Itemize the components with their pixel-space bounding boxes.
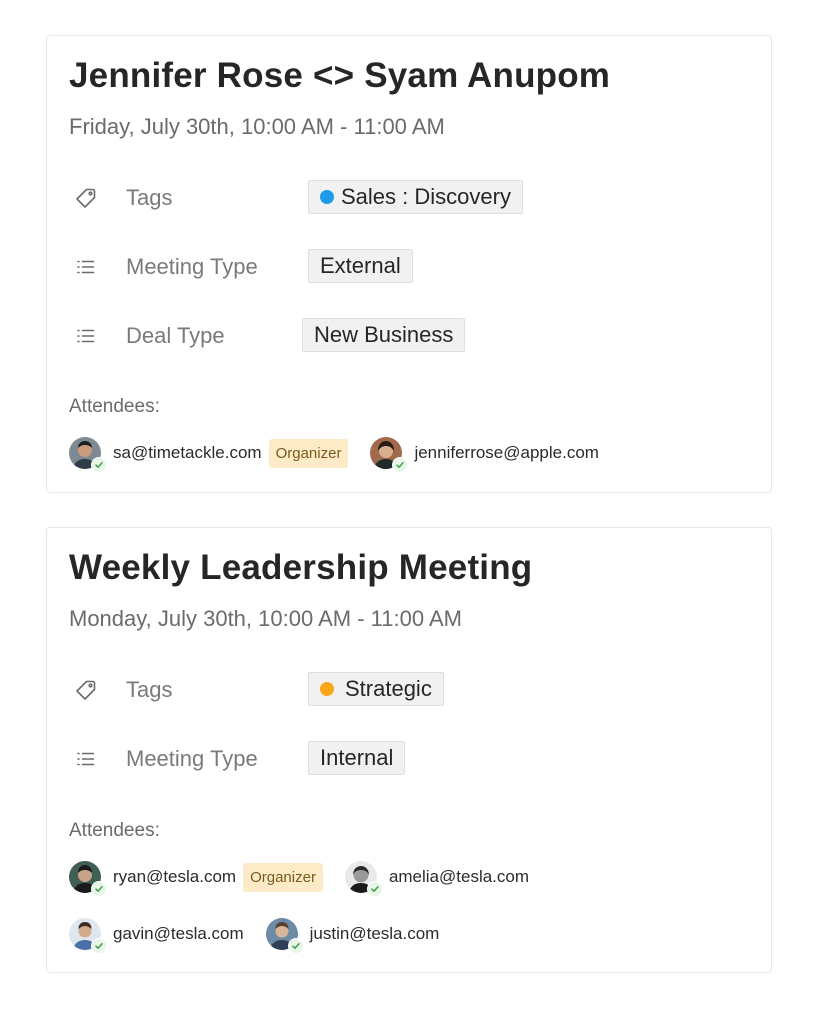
property-label: Tags — [126, 677, 173, 702]
avatar — [265, 918, 304, 954]
meeting-date: Monday, July 30th, 10:00 AM - 11:00 AM — [69, 606, 462, 631]
meeting-type-pill[interactable]: Internal — [308, 741, 406, 775]
attendee[interactable]: gavin@tesla.com — [69, 918, 244, 954]
attendee[interactable]: sa@timetackle.com Organizer — [69, 437, 349, 473]
property-label: Tags — [126, 185, 173, 210]
attendees-label: Attendees: — [69, 820, 160, 841]
tag-icon — [74, 678, 98, 702]
attendees-label: Attendees: — [69, 396, 160, 417]
meeting-card[interactable]: Jennifer Rose <> Syam Anupom Friday, Jul… — [46, 35, 772, 493]
meeting-title: Jennifer Rose <> Syam Anupom — [69, 56, 611, 95]
attendees-list: ryan@tesla.com Organizer amelia@tesla.co… — [69, 860, 551, 897]
avatar — [69, 918, 107, 954]
attendee-email: gavin@tesla.com — [113, 924, 244, 943]
avatar — [69, 861, 107, 897]
attendees-list: gavin@tesla.com justin@tesla.com — [69, 917, 461, 954]
tag-value: Sales : Discovery — [341, 184, 511, 209]
accepted-check-icon — [392, 457, 409, 473]
attendee-email: sa@timetackle.com — [113, 443, 262, 462]
meeting-date: Friday, July 30th, 10:00 AM - 11:00 AM — [69, 114, 445, 139]
avatar — [69, 437, 107, 473]
accepted-check-icon — [91, 881, 107, 897]
tag-color-dot — [320, 682, 334, 696]
property-row-meeting-type: Meeting Type Internal — [69, 741, 749, 777]
tag-value: Strategic — [345, 676, 432, 701]
tag-pill[interactable]: Strategic — [308, 672, 444, 706]
attendee-email: amelia@tesla.com — [388, 867, 530, 886]
attendees-list: sa@timetackle.com Organizer jenniferrose… — [69, 436, 621, 473]
tag-icon — [74, 186, 98, 210]
meeting-title: Weekly Leadership Meeting — [69, 548, 533, 587]
avatar — [344, 861, 383, 897]
list-icon — [74, 255, 98, 279]
accepted-check-icon — [91, 457, 107, 473]
property-row-deal-type: Deal Type New Business — [69, 318, 749, 354]
property-label: Meeting Type — [126, 254, 258, 279]
property-label: Deal Type — [126, 323, 225, 348]
property-label: Meeting Type — [126, 746, 258, 771]
property-row-tags: Tags Strategic — [69, 672, 749, 708]
meeting-type-pill[interactable]: External — [308, 249, 413, 283]
meeting-card[interactable]: Weekly Leadership Meeting Monday, July 3… — [46, 527, 772, 973]
list-icon — [74, 747, 98, 771]
attendee[interactable]: jenniferrose@apple.com — [370, 437, 599, 473]
accepted-check-icon — [366, 881, 383, 897]
list-icon — [74, 324, 98, 348]
attendee[interactable]: ryan@tesla.com Organizer — [69, 861, 323, 897]
tag-color-dot — [320, 190, 334, 204]
accepted-check-icon — [287, 938, 304, 954]
property-row-tags: Tags Sales : Discovery — [69, 180, 749, 216]
organizer-badge: Organizer — [268, 438, 349, 468]
organizer-badge: Organizer — [243, 862, 323, 892]
accepted-check-icon — [91, 938, 107, 954]
attendee[interactable]: amelia@tesla.com — [344, 861, 530, 897]
property-row-meeting-type: Meeting Type External — [69, 249, 749, 285]
deal-type-pill[interactable]: New Business — [302, 318, 466, 352]
avatar — [370, 437, 409, 473]
attendee-email: jenniferrose@apple.com — [414, 443, 599, 462]
attendee-email: ryan@tesla.com — [113, 867, 237, 886]
attendee-email: justin@tesla.com — [309, 924, 440, 943]
attendee[interactable]: justin@tesla.com — [265, 918, 440, 954]
tag-pill[interactable]: Sales : Discovery — [308, 180, 523, 214]
